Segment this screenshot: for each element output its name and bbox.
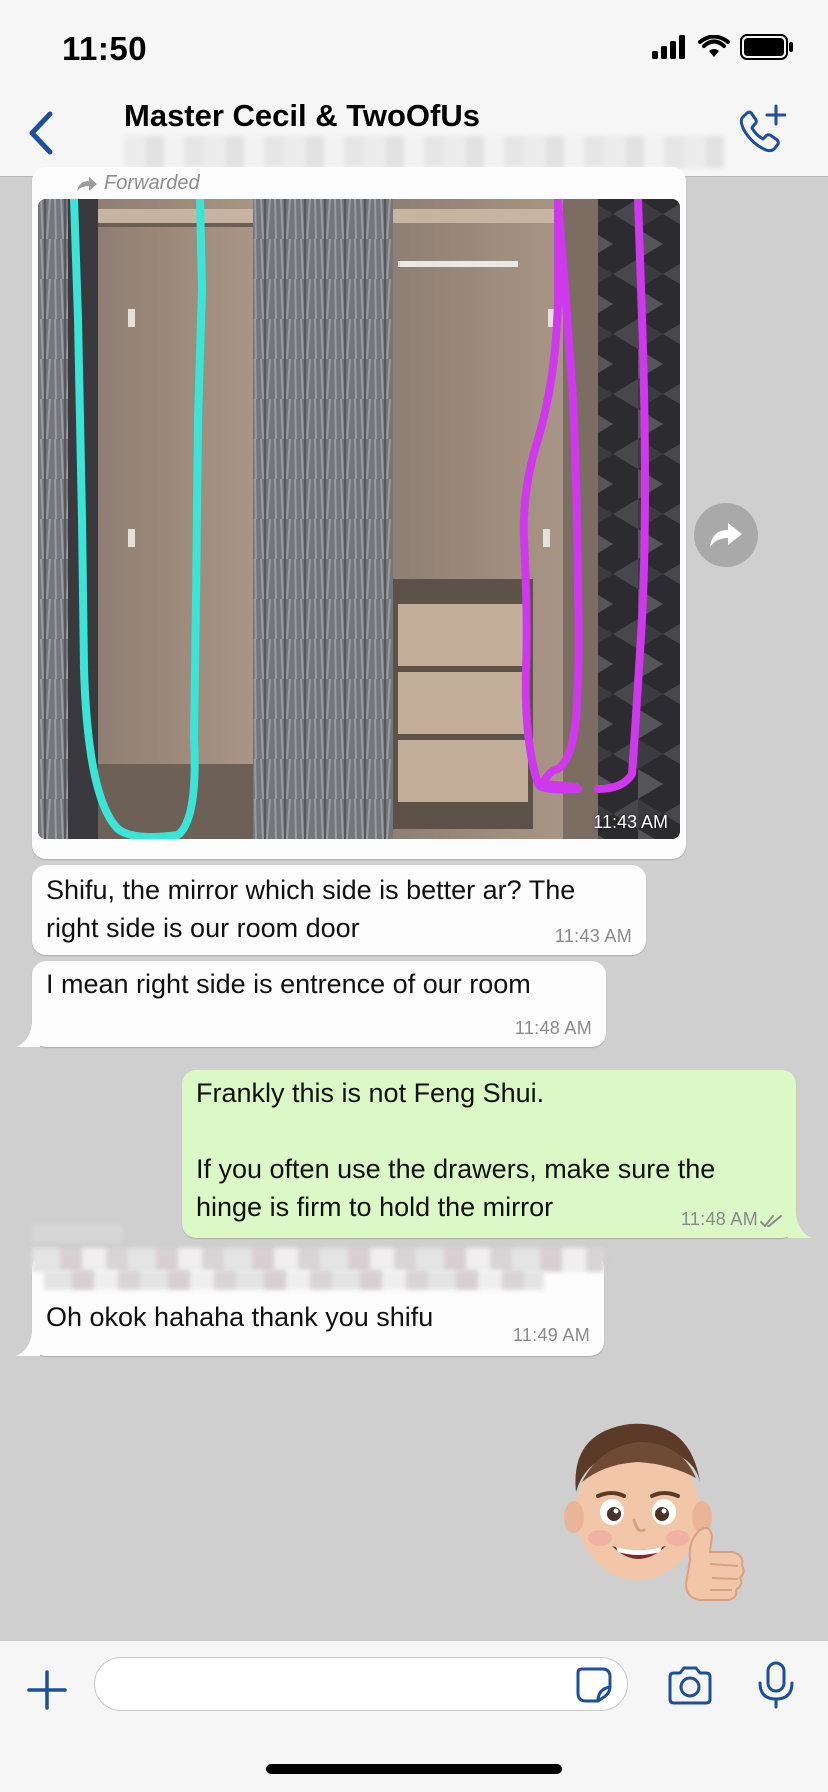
bubble-tail [16, 1023, 40, 1047]
read-receipt-icon [760, 1215, 782, 1227]
bubble-tail [788, 1214, 812, 1238]
photo-message[interactable]: Forwarded 11:43 AM [32, 167, 686, 859]
message-text: I mean right side is entrence of our roo… [46, 969, 531, 999]
message-timestamp: 11:48 AM [514, 1018, 592, 1038]
signal-icon [652, 35, 685, 59]
message-timestamp: 11:43 AM [554, 926, 632, 946]
outgoing-message[interactable]: Frankly this is not Feng Shui. If you of… [182, 1070, 796, 1238]
chevron-left-icon[interactable] [22, 108, 62, 158]
camera-icon[interactable] [666, 1665, 714, 1705]
status-bar: 11:50 [0, 0, 828, 92]
incoming-message[interactable]: I mean right side is entrence of our roo… [32, 961, 606, 1047]
redacted-sender-name [32, 1248, 604, 1272]
incoming-message[interactable]: Oh okok hahaha thank you shifu 11:49 AM [32, 1248, 604, 1356]
forward-arrow-icon [77, 176, 97, 191]
redacted-sender-top [32, 1224, 122, 1242]
sticker-icon[interactable] [574, 1665, 614, 1705]
wardrobe-photo[interactable]: 11:43 AM [38, 199, 680, 839]
phone-plus-icon[interactable] [732, 104, 786, 158]
message-time: 11:48 AM [680, 1209, 758, 1229]
status-time: 11:50 [62, 30, 148, 67]
chat-title[interactable]: Master Cecil & TwoOfUs [124, 98, 480, 134]
wifi-icon [698, 35, 730, 57]
forwarded-text: Forwarded [104, 172, 200, 194]
redacted-quote [44, 1270, 544, 1290]
forwarded-label: Forwarded [76, 172, 200, 195]
message-text: Oh okok hahaha thank you shifu [46, 1302, 434, 1332]
photo-timestamp: 11:43 AM [593, 812, 668, 832]
battery-icon [740, 34, 793, 60]
chat-subtitle-redacted [124, 136, 724, 168]
message-timestamp: 11:48 AM [681, 1209, 758, 1230]
chat-header: Master Cecil & TwoOfUs [0, 92, 828, 177]
bubble-tail [16, 1332, 40, 1356]
share-arrow-icon [710, 523, 742, 547]
message-text: Shifu, the mirror which side is better a… [46, 875, 576, 943]
message-input[interactable] [94, 1657, 628, 1711]
message-text: Frankly this is not Feng Shui. If you of… [196, 1078, 716, 1222]
message-timestamp: 11:49 AM [512, 1325, 590, 1345]
wardrobe-image [38, 199, 680, 839]
chat-area[interactable]: Forwarded 11:43 AM Shifu, the mirror whi… [0, 167, 828, 1640]
status-icons [652, 34, 794, 60]
incoming-message[interactable]: Shifu, the mirror which side is better a… [32, 865, 646, 955]
home-indicator[interactable] [266, 1764, 562, 1774]
memoji-sticker[interactable] [560, 1412, 760, 1612]
plus-icon[interactable] [26, 1669, 68, 1711]
share-button[interactable] [694, 503, 758, 567]
microphone-icon[interactable] [756, 1661, 796, 1709]
